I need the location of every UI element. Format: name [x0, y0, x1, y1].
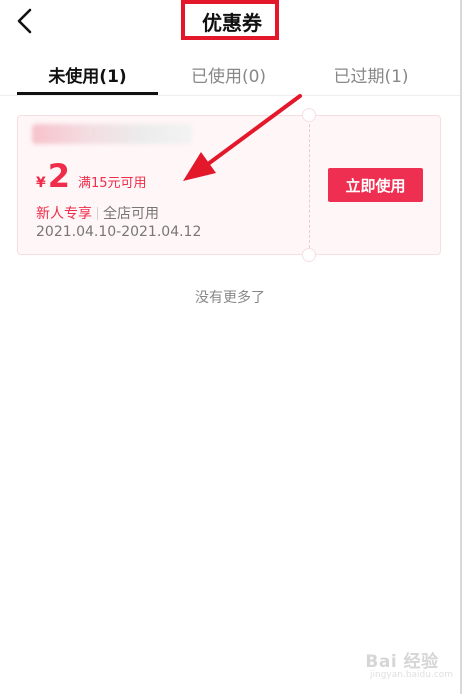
- coupon-price: ¥ 2 满15元可用: [36, 160, 147, 196]
- scope-tag: 全店可用: [103, 206, 159, 222]
- no-more-text: 没有更多了: [195, 290, 265, 306]
- tab-used[interactable]: 已使用(0): [158, 54, 299, 94]
- tab-expired[interactable]: 已过期(1): [299, 54, 443, 94]
- coupon-tags: 新人专享 全店可用: [36, 203, 159, 223]
- coupon-amount: 2: [47, 157, 71, 195]
- coupon-tabs: 未使用(1) 已使用(0) 已过期(1): [0, 54, 460, 96]
- chevron-left-icon: [17, 8, 32, 34]
- tabs-divider: [0, 95, 460, 96]
- baidu-watermark: Bai 经验: [365, 651, 439, 672]
- coupon-validity: 2021.04.10-2021.04.12: [36, 224, 202, 240]
- tab-unused[interactable]: 未使用(1): [17, 54, 158, 94]
- title-highlight-box: [181, 0, 279, 40]
- coupon-card[interactable]: ¥ 2 满15元可用 新人专享 全店可用 2021.04.10-2021.04.…: [17, 108, 441, 262]
- coupon-notch-top: [302, 108, 316, 122]
- back-button[interactable]: [10, 6, 40, 36]
- currency-symbol: ¥: [36, 175, 46, 191]
- coupon-notch-bottom: [302, 248, 316, 262]
- coupon-condition: 满15元可用: [78, 176, 147, 191]
- coupon-separator: [309, 124, 310, 248]
- baidu-watermark-sub: jingyan.baidu.com: [370, 670, 454, 680]
- tag-divider: [97, 206, 98, 220]
- top-bar: 优惠券: [0, 0, 460, 44]
- use-now-button[interactable]: 立即使用: [328, 168, 423, 202]
- new-user-tag: 新人专享: [36, 206, 92, 222]
- coupon-name-blurred: [32, 124, 192, 144]
